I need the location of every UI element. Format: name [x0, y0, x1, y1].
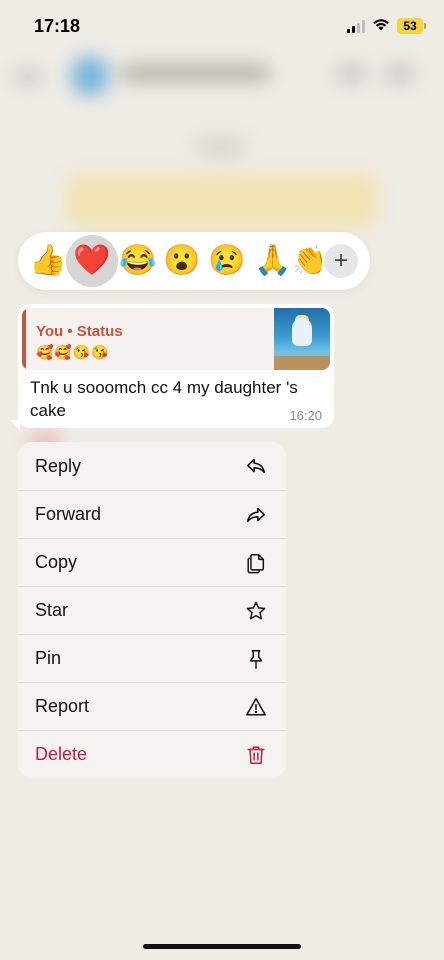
quote-author: You • Status	[36, 323, 123, 340]
folded-hands-reaction[interactable]: 🙏	[251, 239, 295, 283]
menu-item-star[interactable]: Star	[18, 586, 286, 634]
menu-item-label: Forward	[35, 504, 102, 524]
menu-item-label: Delete	[35, 744, 88, 764]
pin-icon	[244, 647, 268, 671]
trash-icon	[244, 743, 268, 767]
menu-item-label: Copy	[35, 552, 78, 572]
star-icon	[244, 599, 268, 623]
message-context-menu: Reply Forward Copy Star Pin Report Delet…	[18, 442, 286, 778]
bubble-tail	[10, 420, 20, 430]
surprised-face-reaction[interactable]: 😮	[160, 239, 204, 283]
clapping-hands-icon: 👏	[292, 244, 322, 277]
menu-item-reply[interactable]: Reply	[18, 442, 286, 490]
tears-of-joy-icon: 😂	[119, 244, 157, 277]
phone-icon	[384, 64, 414, 84]
warning-icon	[244, 695, 268, 719]
status-indicators: 53	[347, 17, 426, 35]
blurred-chat-header	[0, 52, 444, 102]
menu-item-label: Pin	[35, 648, 62, 668]
crying-face-icon: 😢	[208, 244, 246, 277]
status-bar: 17:18 53	[0, 0, 444, 52]
menu-item-label: Report	[35, 696, 90, 716]
avatar	[70, 56, 110, 96]
status-thumbnail	[274, 308, 330, 370]
menu-item-pin[interactable]: Pin	[18, 634, 286, 682]
thumbs-up-reaction[interactable]: 👍	[26, 239, 70, 283]
thumbs-up-icon: 👍	[29, 244, 67, 277]
plus-icon: +	[333, 247, 348, 274]
back-icon	[14, 70, 42, 84]
folded-hands-icon: 🙏	[254, 244, 292, 277]
reaction-bar: 👍 ❤️ 😂 😮 😢 🙏 👏 +	[18, 232, 370, 290]
menu-item-label: Reply	[35, 455, 82, 476]
battery-level: 53	[397, 18, 423, 34]
forward-icon	[244, 503, 268, 527]
reply-icon	[244, 454, 268, 478]
status-time: 17:18	[34, 16, 81, 36]
surprised-face-icon: 😮	[163, 244, 201, 277]
menu-item-delete[interactable]: Delete	[18, 730, 286, 778]
red-heart-reaction[interactable]: ❤️	[66, 235, 118, 287]
menu-item-report[interactable]: Report	[18, 682, 286, 730]
home-indicator[interactable]	[143, 944, 301, 949]
more-reactions-button[interactable]: +	[324, 244, 358, 278]
menu-item-label: Star	[35, 600, 69, 620]
menu-item-forward[interactable]: Forward	[18, 490, 286, 538]
message-timestamp: 16:20	[289, 408, 322, 423]
cellular-signal-icon	[347, 19, 365, 33]
wifi-icon	[372, 17, 390, 36]
quote-text: 🥰🥰😘😘	[36, 344, 110, 360]
red-heart-icon: ❤️	[73, 244, 111, 277]
crying-face-reaction[interactable]: 😢	[205, 239, 249, 283]
tears-of-joy-reaction[interactable]: 😂	[116, 239, 160, 283]
message-bubble[interactable]: You • Status 🥰🥰😘😘 Tnk u sooomch cc 4 my …	[18, 304, 334, 428]
quoted-status[interactable]: You • Status 🥰🥰😘😘	[22, 308, 330, 370]
copy-icon	[244, 551, 268, 575]
message-text: Tnk u sooomch cc 4 my daughter 's cake	[30, 378, 298, 420]
contact-name-placeholder	[120, 64, 270, 82]
date-chip-placeholder	[196, 138, 246, 156]
video-call-icon	[336, 64, 366, 84]
quote-accent-bar	[22, 308, 26, 370]
encryption-banner-placeholder	[66, 174, 378, 228]
battery-icon: 53	[397, 18, 426, 34]
menu-item-copy[interactable]: Copy	[18, 538, 286, 586]
clapping-hands-reaction[interactable]: 👏	[292, 239, 322, 283]
